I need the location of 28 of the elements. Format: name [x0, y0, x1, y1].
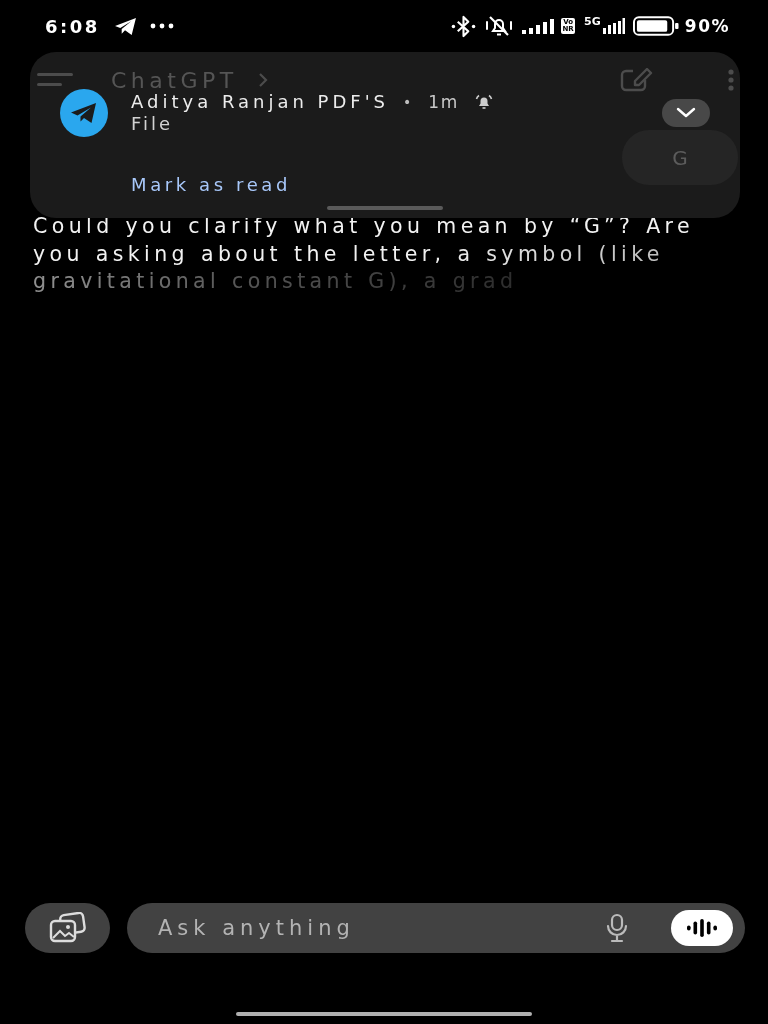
chevron-down-icon	[676, 107, 696, 119]
battery-icon	[632, 16, 679, 36]
attach-button[interactable]	[25, 903, 110, 953]
notification-time: 1m	[428, 91, 459, 113]
status-time: 6:08	[45, 15, 100, 37]
separator: •	[403, 94, 412, 110]
waveform-icon	[687, 919, 717, 937]
composer-bar[interactable]: Ask anything	[127, 903, 745, 953]
expand-button[interactable]	[662, 99, 710, 127]
notification-action[interactable]: Mark as read	[131, 174, 291, 196]
dots-icon	[149, 23, 174, 29]
network-type: 5G	[584, 16, 601, 27]
signal-icon	[522, 18, 555, 34]
paper-plane-icon	[113, 16, 137, 36]
message-input[interactable]: Ask anything	[158, 913, 605, 943]
bell-slash-icon	[484, 14, 515, 38]
voice-button[interactable]	[671, 910, 733, 946]
mic-icon[interactable]	[605, 913, 629, 943]
images-icon	[47, 912, 88, 944]
bell-icon	[474, 94, 493, 110]
chevron-right-icon	[257, 72, 268, 88]
drag-handle[interactable]	[327, 206, 443, 210]
notification-text: File	[131, 113, 174, 135]
paper-plane-icon	[60, 89, 108, 137]
signal-icon	[602, 18, 625, 34]
notification-title: Aditya Ranjan PDF'S	[131, 91, 390, 113]
battery-percent: 90%	[684, 16, 730, 36]
bluetooth-icon	[451, 14, 477, 38]
